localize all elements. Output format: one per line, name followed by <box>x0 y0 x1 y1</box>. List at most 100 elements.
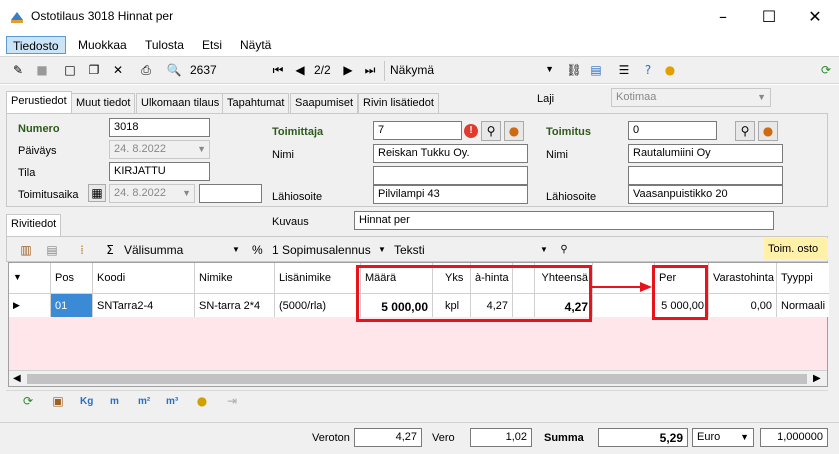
toim-osto-button[interactable]: Toim. osto <box>764 238 828 260</box>
database-icon[interactable]: ▤ <box>588 62 604 78</box>
supplier-nimi-field[interactable]: Reiskan Tukku Oy. <box>373 144 528 163</box>
next-record-icon[interactable]: ▶ <box>340 62 356 78</box>
maximize-icon[interactable]: ☐ <box>746 0 792 33</box>
tab-ulkomaan-tilaus[interactable]: Ulkomaan tilaus <box>136 93 225 113</box>
chevron-down-icon: ▼ <box>545 64 554 74</box>
view-select[interactable]: ▼ <box>440 62 558 80</box>
kg-button[interactable]: Kg <box>80 396 93 407</box>
tab-rivin-lisatiedot[interactable]: Rivin lisätiedot <box>358 93 439 113</box>
cell-koodi[interactable]: SNTarra2-4 <box>93 293 195 317</box>
laji-select[interactable]: Kotimaa ▼ <box>611 88 771 107</box>
person-icon[interactable]: ● <box>504 121 524 141</box>
m2-button[interactable]: m² <box>138 396 150 407</box>
prev-record-icon[interactable]: ◀ <box>292 62 308 78</box>
menu-tiedosto[interactable]: Tiedosto <box>6 36 66 54</box>
find-icon[interactable]: 🔍 <box>166 62 182 78</box>
delete-icon[interactable]: ✕ <box>110 62 126 78</box>
delivery-nimi-field[interactable]: Rautalumiini Oy <box>628 144 783 163</box>
delivery-nimi-label: Nimi <box>546 149 568 161</box>
boxes-icon[interactable]: ▥ <box>18 242 34 258</box>
record-number[interactable]: 2637 <box>190 63 217 77</box>
sigma-icon[interactable]: Σ <box>102 242 118 258</box>
delivery-lahiosoite-field[interactable]: Vaasanpuistikko 20 <box>628 185 783 204</box>
toimitusaika-extra-field[interactable] <box>199 184 262 203</box>
cell-tyyppi[interactable]: Normaali <box>777 293 829 317</box>
search-supplier-icon[interactable]: ⚲ <box>481 121 501 141</box>
link-icon[interactable]: ⛓ <box>566 62 582 78</box>
col-header-varastohinta[interactable]: Varastohinta <box>709 263 777 293</box>
toimitusaika-field[interactable]: 24. 8.2022 ▼ <box>109 184 195 203</box>
list-icon[interactable]: ☰ <box>616 62 632 78</box>
supplier-lahiosoite-field[interactable]: Pilvilampi 43 <box>373 185 528 204</box>
new-icon[interactable]: □ <box>62 62 78 78</box>
m-button[interactable]: m <box>110 396 119 407</box>
kuvaus-field[interactable]: Hinnat per <box>354 211 774 230</box>
menu-muokkaa[interactable]: Muokkaa <box>72 36 133 54</box>
valisumma-select[interactable]: Välisumma <box>124 243 183 257</box>
sopimusalennus-select[interactable]: 1 Sopimusalennus <box>272 243 371 257</box>
rate-field[interactable]: 1,000000 <box>760 428 828 447</box>
search-delivery-icon[interactable]: ⚲ <box>735 121 755 141</box>
row-selector-icon[interactable]: ▶ <box>9 293 51 317</box>
tab-rivitiedot[interactable]: Rivitiedot <box>6 214 62 236</box>
paivays-field[interactable]: 24. 8.2022 ▼ <box>109 140 210 159</box>
horizontal-scrollbar[interactable]: ◀ ▶ <box>9 370 827 386</box>
chevron-down-icon[interactable]: ▼ <box>182 188 191 198</box>
package-icon[interactable]: ▣ <box>50 393 66 409</box>
refresh-icon[interactable]: ⟳ <box>818 62 834 78</box>
col-header-pos[interactable]: Pos <box>51 263 93 293</box>
refresh-rows-icon[interactable]: ⟳ <box>20 393 36 409</box>
search-icon[interactable]: ⚲ <box>556 242 572 258</box>
cell-varastohinta[interactable]: 0,00 <box>709 293 777 317</box>
cell-nimike[interactable]: SN-tarra 2*4 <box>195 293 275 317</box>
teksti-select[interactable]: Teksti <box>394 243 425 257</box>
col-header-koodi[interactable]: Koodi <box>93 263 195 293</box>
grid-list-icon[interactable]: ▤ <box>44 242 60 258</box>
chevron-down-icon[interactable]: ▼ <box>540 245 548 254</box>
col-header-nimike[interactable]: Nimike <box>195 263 275 293</box>
delivery-extra-field[interactable] <box>628 166 783 185</box>
percent-label[interactable]: % <box>252 243 263 257</box>
cell-lisanimike[interactable]: (5000/rla) <box>275 293 361 317</box>
menu-nayta[interactable]: Näytä <box>234 36 277 54</box>
help-icon[interactable]: ? <box>640 62 656 78</box>
edit-icon[interactable]: ✎ <box>10 62 26 78</box>
chevron-down-icon[interactable]: ▼ <box>378 245 386 254</box>
tab-tapahtumat[interactable]: Tapahtumat <box>222 93 290 113</box>
toimitus-number-field[interactable]: 0 <box>628 121 717 140</box>
scroll-left-icon[interactable]: ◀ <box>13 373 21 384</box>
supplier-extra-field[interactable] <box>373 166 528 185</box>
numbering-icon[interactable]: ⁞ <box>74 242 90 258</box>
numero-field[interactable]: 3018 <box>109 118 210 137</box>
minimize-icon[interactable]: – <box>700 0 746 33</box>
menu-tulosta[interactable]: Tulosta <box>139 36 190 54</box>
split-icon[interactable]: ⇥ <box>224 393 240 409</box>
chevron-down-icon: ▼ <box>757 92 766 102</box>
unit-toolbar <box>6 390 828 412</box>
tab-muut-tiedot[interactable]: Muut tiedot <box>71 93 136 113</box>
currency-select[interactable]: Euro ▼ <box>692 428 754 447</box>
first-record-icon[interactable]: ⏮ <box>270 62 286 78</box>
person-icon[interactable]: ● <box>758 121 778 141</box>
print-icon[interactable]: ⎙ <box>138 62 154 78</box>
save-icon[interactable]: ■ <box>34 62 50 78</box>
copy-icon[interactable]: ❐ <box>86 62 102 78</box>
toimittaja-number-field[interactable]: 7 <box>373 121 462 140</box>
close-icon[interactable]: ✕ <box>792 0 838 33</box>
scrollbar-thumb[interactable] <box>27 374 807 384</box>
cell-pos[interactable]: 01 <box>51 293 93 317</box>
menu-etsi[interactable]: Etsi <box>196 36 228 54</box>
col-header-lisanimike[interactable]: Lisänimike <box>275 263 361 293</box>
coins-icon[interactable]: ● <box>194 393 210 409</box>
scroll-right-icon[interactable]: ▶ <box>813 373 821 384</box>
teapot-icon[interactable]: ● <box>662 62 678 78</box>
tab-saapumiset[interactable]: Saapumiset <box>290 93 359 113</box>
m3-button[interactable]: m³ <box>166 396 178 407</box>
col-header-tyyppi[interactable]: Tyyppi <box>777 263 829 293</box>
tila-field[interactable]: KIRJATTU <box>109 162 210 181</box>
calendar-dropdown-icon[interactable]: ▼ <box>197 144 206 154</box>
calendar-icon[interactable]: ▦ <box>88 184 106 202</box>
last-record-icon[interactable]: ⏭ <box>362 62 378 78</box>
tab-perustiedot[interactable]: Perustiedot <box>6 91 72 113</box>
chevron-down-icon[interactable]: ▼ <box>232 245 240 254</box>
